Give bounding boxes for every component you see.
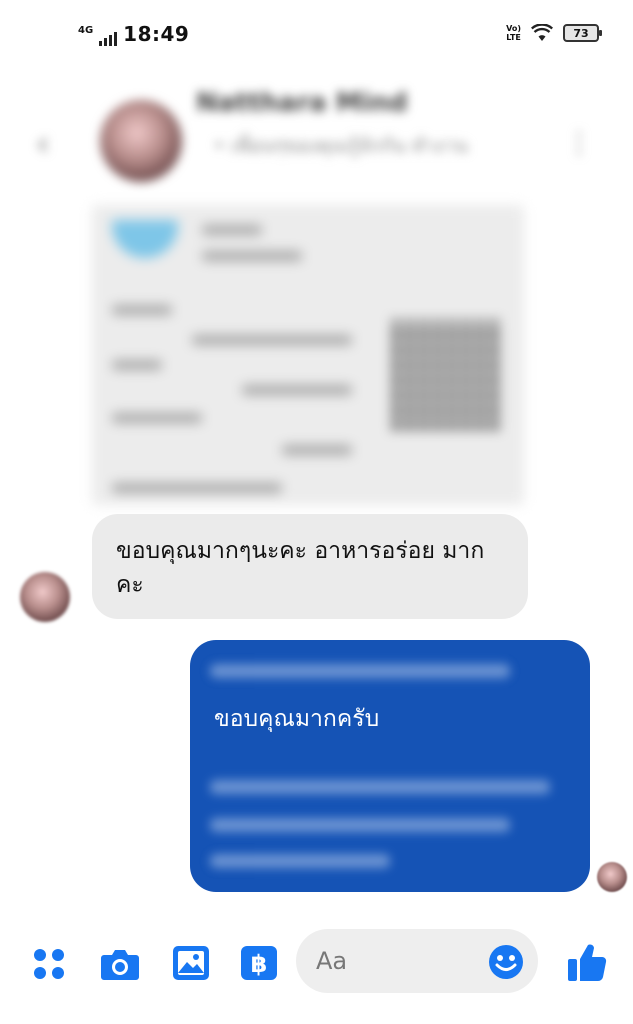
status-right: Vo) LTE 73	[506, 24, 602, 42]
receipt-line	[202, 225, 262, 235]
volte-label: Vo)	[506, 24, 521, 33]
svg-text:฿: ฿	[251, 950, 268, 978]
outgoing-message[interactable]: ขอบคุณมากครับ	[190, 640, 590, 892]
incoming-message-text: ขอบคุณมากๆนะคะ อาหารอร่อย มากคะ	[116, 538, 485, 598]
shared-image[interactable]	[92, 205, 524, 505]
status-left: 4G 18:49	[78, 22, 189, 46]
composer-bar: ฿ Aa	[0, 925, 633, 1000]
network-type: 4G	[78, 25, 94, 36]
like-icon[interactable]	[566, 941, 608, 983]
blurred-text	[210, 854, 390, 868]
signal-icon	[99, 32, 118, 46]
message-input-placeholder: Aa	[316, 947, 348, 975]
conversation-header: ‹ Natthara Mind ㅤ• เพื่อนๆของคุณรู้จักกั…	[0, 70, 633, 220]
battery-level: 73	[573, 26, 589, 40]
blurred-text	[210, 780, 550, 794]
volte-indicator: Vo) LTE	[506, 24, 521, 42]
blurred-text	[210, 664, 510, 678]
qr-code	[392, 320, 502, 430]
outgoing-message-text: ขอบคุณมากครับ	[214, 706, 380, 732]
pay-icon[interactable]: ฿	[240, 945, 278, 981]
receipt-line	[192, 335, 352, 345]
receipt-line	[282, 445, 352, 455]
lte-label: LTE	[506, 33, 521, 42]
status-bar: 4G 18:49 Vo) LTE 73	[0, 0, 633, 62]
receipt-line	[112, 413, 202, 423]
incoming-message[interactable]: ขอบคุณมากๆนะคะ อาหารอร่อย มากคะ	[92, 514, 528, 619]
receipt-line	[112, 483, 282, 493]
wifi-icon	[531, 24, 553, 41]
receipt-line	[202, 251, 302, 261]
contact-subtitle: ㅤ• เพื่อนๆของคุณรู้จักกัน ทำงาน	[196, 135, 468, 157]
receipt-logo	[112, 220, 178, 258]
seen-indicator-avatar	[597, 862, 627, 892]
gallery-icon[interactable]	[172, 945, 210, 981]
menu-icon[interactable]	[32, 947, 66, 981]
back-arrow-icon[interactable]: ‹	[36, 124, 50, 164]
clock: 18:49	[123, 22, 190, 46]
contact-name[interactable]: Natthara Mind	[196, 88, 408, 118]
blurred-text	[210, 818, 510, 832]
emoji-icon[interactable]	[488, 944, 524, 980]
info-icon[interactable]: ⋮	[565, 126, 593, 159]
receipt-line	[242, 385, 352, 395]
sender-avatar[interactable]	[20, 572, 70, 622]
camera-icon[interactable]	[100, 947, 140, 981]
battery-icon: 73	[563, 24, 602, 42]
receipt-line	[112, 360, 162, 370]
receipt-line	[112, 305, 172, 315]
contact-avatar[interactable]	[100, 100, 182, 182]
